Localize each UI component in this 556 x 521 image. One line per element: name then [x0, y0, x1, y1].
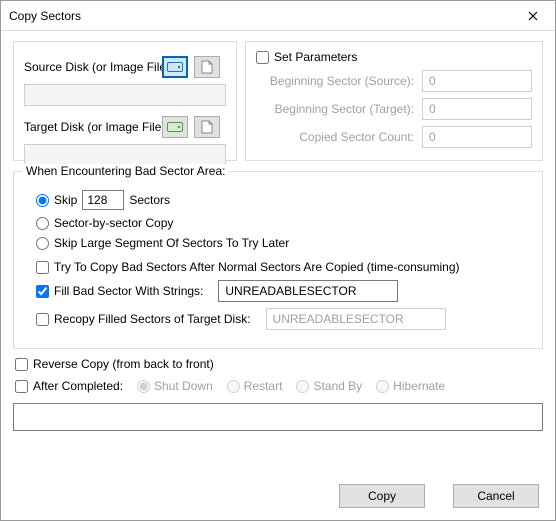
skip-unit-label: Sectors	[129, 193, 170, 207]
source-disk-button[interactable]	[162, 56, 188, 78]
file-icon	[201, 60, 213, 74]
after-restart-radio[interactable]	[227, 380, 240, 393]
after-restart-label: Restart	[244, 379, 283, 393]
after-completed-label: After Completed:	[33, 379, 123, 393]
sector-by-sector-label: Sector-by-sector Copy	[54, 216, 173, 230]
beginning-target-label: Beginning Sector (Target):	[275, 102, 414, 116]
fill-string-input[interactable]	[218, 280, 398, 302]
copied-count-input[interactable]	[422, 126, 532, 148]
bad-sector-legend: When Encountering Bad Sector Area:	[22, 164, 229, 178]
file-icon	[201, 120, 213, 134]
parameters-panel: Set Parameters Beginning Sector (Source)…	[245, 41, 543, 161]
beginning-source-input[interactable]	[422, 70, 532, 92]
target-row: Target Disk (or Image File)	[24, 116, 226, 138]
source-disk-label: Source Disk (or Image File)	[24, 60, 156, 74]
dialog-footer: Copy Cancel	[339, 484, 539, 508]
after-completed-checkbox[interactable]	[15, 380, 28, 393]
skip-radio[interactable]	[36, 194, 49, 207]
beginning-target-input[interactable]	[422, 98, 532, 120]
set-parameters-label: Set Parameters	[274, 50, 357, 64]
target-disk-label: Target Disk (or Image File)	[24, 120, 156, 134]
skip-large-radio[interactable]	[36, 237, 49, 250]
try-after-label: Try To Copy Bad Sectors After Normal Sec…	[54, 260, 460, 274]
try-after-checkbox[interactable]	[36, 261, 49, 274]
after-standby-radio[interactable]	[296, 380, 309, 393]
copied-count-label: Copied Sector Count:	[299, 130, 414, 144]
disk-selection-panel: Source Disk (or Image File) Target Disk …	[13, 41, 237, 161]
after-shutdown-radio[interactable]	[137, 380, 150, 393]
recopy-input[interactable]	[266, 308, 446, 330]
disk-icon	[167, 122, 183, 132]
source-disk-path	[24, 84, 226, 106]
beginning-source-label: Beginning Sector (Source):	[270, 74, 414, 88]
target-disk-path	[24, 144, 226, 166]
dialog-content: Source Disk (or Image File) Target Disk …	[1, 31, 555, 443]
after-hibernate-label: Hibernate	[393, 379, 445, 393]
window-title: Copy Sectors	[9, 9, 81, 23]
source-image-file-button[interactable]	[194, 56, 220, 78]
set-parameters-checkbox[interactable]	[256, 51, 269, 64]
skip-label: Skip	[54, 193, 77, 207]
reverse-copy-label: Reverse Copy (from back to front)	[33, 357, 214, 371]
close-button[interactable]	[510, 1, 555, 31]
after-standby-label: Stand By	[313, 379, 362, 393]
close-icon	[528, 11, 538, 21]
target-disk-button[interactable]	[162, 116, 188, 138]
titlebar: Copy Sectors	[1, 1, 555, 31]
skip-count-input[interactable]	[82, 190, 124, 210]
cancel-button[interactable]: Cancel	[453, 484, 539, 508]
skip-large-label: Skip Large Segment Of Sectors To Try Lat…	[54, 236, 289, 250]
reverse-copy-checkbox[interactable]	[15, 358, 28, 371]
copy-button[interactable]: Copy	[339, 484, 425, 508]
source-row: Source Disk (or Image File)	[24, 56, 226, 78]
bad-sector-fieldset: When Encountering Bad Sector Area: Skip …	[13, 171, 543, 349]
recopy-label: Recopy Filled Sectors of Target Disk:	[54, 312, 251, 326]
disk-icon	[167, 62, 183, 72]
target-image-file-button[interactable]	[194, 116, 220, 138]
recopy-checkbox[interactable]	[36, 313, 49, 326]
after-hibernate-radio[interactable]	[376, 380, 389, 393]
sector-by-sector-radio[interactable]	[36, 217, 49, 230]
command-input[interactable]	[13, 403, 543, 431]
fill-string-checkbox[interactable]	[36, 285, 49, 298]
fill-string-label: Fill Bad Sector With Strings:	[54, 284, 203, 298]
after-shutdown-label: Shut Down	[154, 379, 213, 393]
